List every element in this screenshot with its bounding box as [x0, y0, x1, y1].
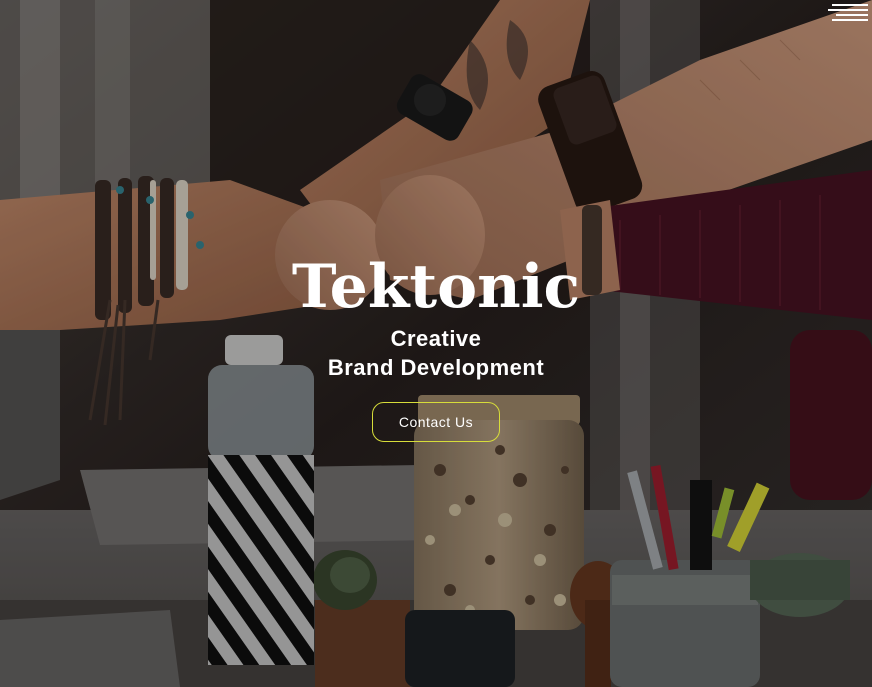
tagline-line-2: Brand Development	[327, 355, 545, 380]
tagline-line-1: Creative	[390, 326, 482, 351]
hero-section: Tektonic Creative Brand Development Cont…	[0, 0, 872, 687]
hamburger-menu-icon[interactable]	[828, 4, 868, 22]
hero-tagline: Creative Brand Development	[0, 324, 872, 382]
contact-us-button[interactable]: Contact Us	[372, 402, 500, 442]
brand-title: Tektonic	[291, 252, 581, 322]
